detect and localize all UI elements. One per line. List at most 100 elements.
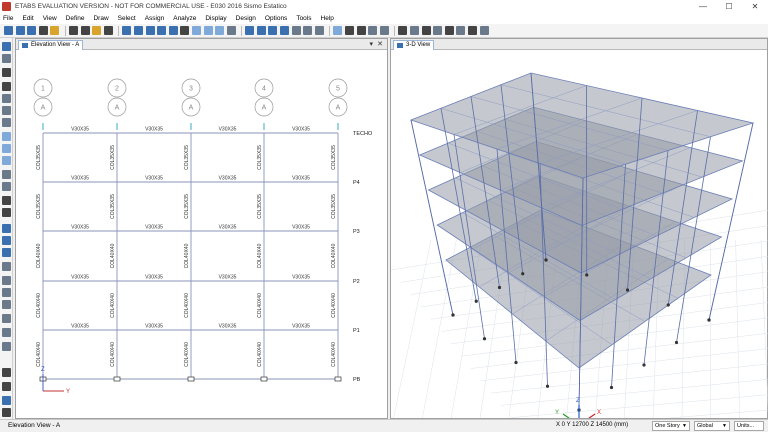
draw-floor-icon[interactable]	[2, 132, 11, 141]
save-icon[interactable]	[27, 26, 37, 35]
set-display-options-icon[interactable]	[291, 26, 301, 35]
draw-tendon-icon[interactable]	[2, 182, 11, 191]
extrude-icon[interactable]	[314, 26, 324, 35]
menu-view[interactable]: View	[43, 15, 57, 22]
column-section-label: COL35X35	[257, 194, 263, 219]
draw-area-icon[interactable]	[467, 26, 477, 35]
pencil-icon[interactable]	[92, 26, 102, 35]
3d-view-icon[interactable]	[191, 26, 201, 35]
coord-system-dropdown[interactable]: Global ▼	[694, 421, 730, 431]
lock-icon[interactable]	[50, 26, 60, 35]
draw-frame-icon[interactable]	[345, 26, 355, 35]
draw-opening-icon[interactable]	[2, 156, 11, 165]
select-icon[interactable]	[333, 26, 343, 35]
grid-icon[interactable]	[421, 26, 431, 35]
units-button[interactable]: Units...	[734, 421, 764, 431]
zoom-in-icon[interactable]	[133, 26, 143, 35]
draw-dimension-icon[interactable]	[2, 196, 11, 205]
snap-ends-icon[interactable]	[2, 288, 11, 297]
options-icon[interactable]	[456, 26, 466, 35]
elevation-view-panel[interactable]: Elevation View - A ▾ ✕ 1 A 2 A 3 A 4 A 5 A TECHO P4…	[15, 38, 388, 419]
draw-brace-tool-icon[interactable]	[2, 118, 11, 127]
menu-draw[interactable]: Draw	[93, 15, 108, 22]
zoom-out-icon[interactable]	[145, 26, 155, 35]
reshape-icon[interactable]	[2, 54, 11, 63]
window-title: ETABS EVALUATION VERSION - NOT FOR COMME…	[15, 3, 287, 10]
snap-intersections-icon[interactable]	[2, 300, 11, 309]
elevation-view-icon[interactable]	[215, 26, 225, 35]
get-previous-selection-icon[interactable]	[2, 236, 11, 245]
snap-points-icon[interactable]	[2, 276, 11, 285]
draw-reference-icon[interactable]	[2, 208, 11, 217]
measure-icon[interactable]	[2, 408, 11, 417]
snap-lines-icon[interactable]	[2, 328, 11, 337]
dimension-icon[interactable]	[433, 26, 443, 35]
close-button[interactable]: ✕	[742, 0, 768, 13]
move-left-icon[interactable]	[268, 26, 278, 35]
draw-beam-tool-icon[interactable]	[2, 106, 11, 115]
move-up-icon[interactable]	[245, 26, 255, 35]
draw-column-tool-icon[interactable]	[2, 94, 11, 103]
assign-icon[interactable]	[2, 396, 11, 405]
draw-link-icon[interactable]	[2, 170, 11, 179]
print-icon[interactable]	[38, 26, 48, 35]
column-section-label: COL40X40	[110, 342, 116, 367]
zoom-previous-icon[interactable]	[168, 26, 178, 35]
3d-view-panel[interactable]: 3-D View Z Y X	[390, 38, 768, 419]
menu-edit[interactable]: Edit	[22, 15, 33, 22]
snap-icon[interactable]	[410, 26, 419, 35]
tab-elevation-view[interactable]: Elevation View - A	[18, 40, 84, 50]
beam-section-label: V30X35	[292, 176, 310, 182]
menu-design[interactable]: Design	[236, 15, 256, 22]
section-icon[interactable]	[444, 26, 454, 35]
run-analysis-icon[interactable]	[103, 26, 113, 35]
tab-3d-view[interactable]: 3-D View	[393, 40, 435, 50]
menu-options[interactable]: Options	[265, 15, 287, 22]
text-tool-icon[interactable]	[398, 26, 408, 35]
snap-perpendicular-icon[interactable]	[2, 314, 11, 323]
snap-fine-grid-icon[interactable]	[2, 342, 11, 351]
move-down-icon[interactable]	[256, 26, 266, 35]
toolbar-separator	[394, 25, 396, 36]
draw-wall-icon[interactable]	[2, 144, 11, 153]
elevation-canvas[interactable]: 1 A 2 A 3 A 4 A 5 A TECHO P4 P3 P2 P1 PB V30X35 V30X35 V30…	[16, 50, 389, 418]
zoom-extents-icon[interactable]	[157, 26, 167, 35]
draw-line-icon[interactable]	[2, 82, 11, 91]
menu-help[interactable]: Help	[321, 15, 334, 22]
line-style-icon[interactable]	[479, 26, 489, 35]
menu-select[interactable]: Select	[118, 15, 136, 22]
menu-display[interactable]: Display	[205, 15, 226, 22]
object-shrink-icon[interactable]	[303, 26, 313, 35]
releases-icon[interactable]	[2, 382, 11, 391]
intersecting-line-select-icon[interactable]	[2, 262, 11, 271]
3d-canvas[interactable]: Z Y X	[391, 50, 768, 418]
move-right-icon[interactable]	[280, 26, 290, 35]
story-select-dropdown[interactable]: One Story ▼	[652, 421, 690, 431]
draw-column-icon[interactable]	[356, 26, 366, 35]
new-model-icon[interactable]	[4, 26, 13, 35]
draw-brace-icon[interactable]	[379, 26, 389, 35]
draw-beam-icon[interactable]	[368, 26, 378, 35]
maximize-button[interactable]: ☐	[716, 0, 742, 13]
menu-tools[interactable]: Tools	[296, 15, 311, 22]
rotate-icon[interactable]	[226, 26, 236, 35]
restraint-icon[interactable]	[2, 368, 11, 377]
clear-selection-icon[interactable]	[2, 248, 11, 257]
menu-assign[interactable]: Assign	[145, 15, 165, 22]
select-all-icon[interactable]	[2, 224, 11, 233]
close-view-icon[interactable]: ✕	[377, 40, 383, 48]
menu-analyze[interactable]: Analyze	[173, 15, 196, 22]
zoom-window-icon[interactable]	[122, 26, 132, 35]
redo-icon[interactable]	[80, 26, 90, 35]
open-icon[interactable]	[15, 26, 25, 35]
minimize-button[interactable]: —	[690, 0, 716, 13]
dropdown-icon[interactable]: ▾	[369, 40, 373, 48]
support-symbol	[666, 303, 670, 307]
draw-joint-icon[interactable]	[2, 68, 11, 77]
undo-icon[interactable]	[68, 26, 78, 35]
menu-define[interactable]: Define	[66, 15, 85, 22]
menu-file[interactable]: File	[3, 15, 13, 22]
plan-view-icon[interactable]	[203, 26, 213, 35]
pan-icon[interactable]	[180, 26, 190, 35]
pointer-icon[interactable]	[2, 42, 11, 51]
